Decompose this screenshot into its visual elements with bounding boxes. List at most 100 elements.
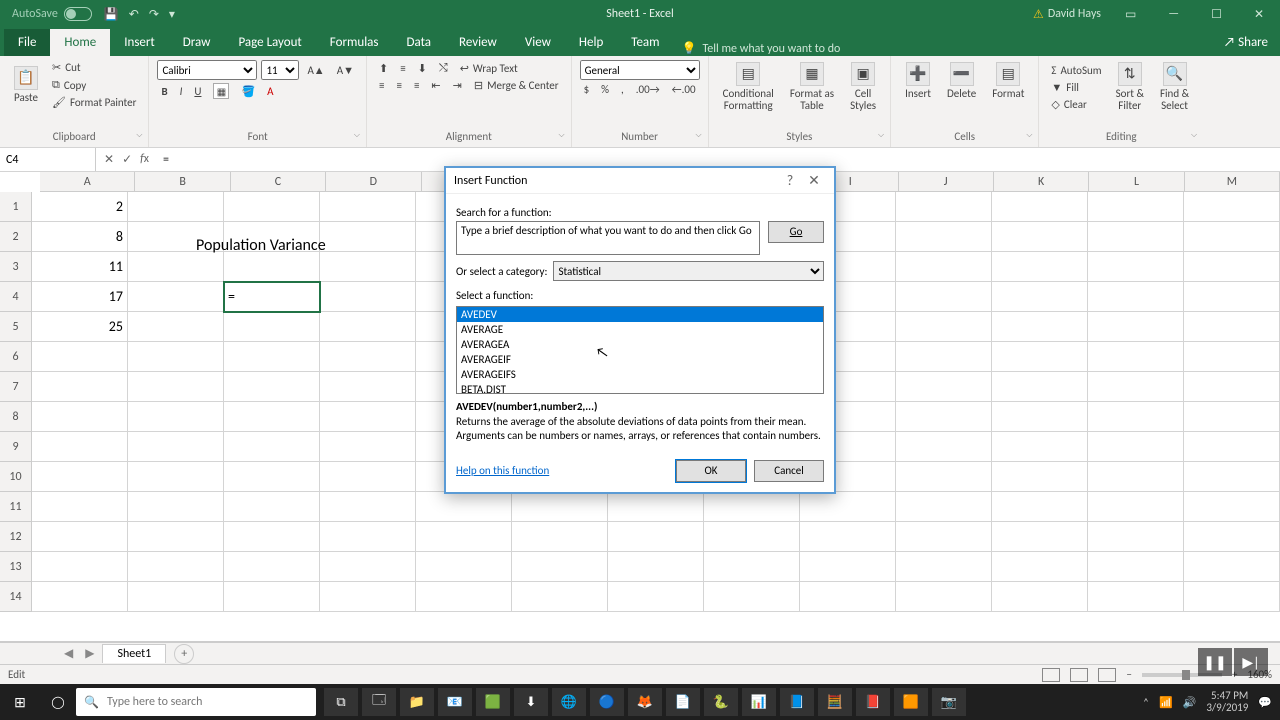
row-header[interactable]: 2: [0, 222, 31, 252]
cell[interactable]: [320, 252, 416, 282]
tab-page-layout[interactable]: Page Layout: [224, 29, 315, 56]
decrease-font-button[interactable]: A▼: [333, 63, 358, 78]
row-header[interactable]: 7: [0, 372, 31, 402]
tab-team[interactable]: Team: [617, 29, 673, 56]
tab-view[interactable]: View: [511, 29, 565, 56]
column-header[interactable]: C: [231, 172, 326, 191]
cell[interactable]: [128, 402, 224, 432]
fill-color-button[interactable]: 🪣: [237, 84, 259, 99]
row-header[interactable]: 12: [0, 522, 31, 552]
clear-button[interactable]: ◇Clear: [1047, 97, 1105, 112]
cell[interactable]: [992, 462, 1088, 492]
cell[interactable]: [896, 222, 992, 252]
cell[interactable]: [512, 552, 608, 582]
cell[interactable]: [32, 462, 128, 492]
cortana-button[interactable]: ◯: [40, 695, 76, 710]
taskbar-app[interactable]: 📧: [438, 688, 472, 716]
ribbon-display-icon[interactable]: ▭: [1117, 7, 1144, 22]
cell[interactable]: [1184, 432, 1280, 462]
taskbar-app[interactable]: 🗔: [362, 688, 396, 716]
normal-view-button[interactable]: [1042, 668, 1060, 682]
cell[interactable]: [512, 522, 608, 552]
volume-icon[interactable]: 🔊: [1183, 696, 1197, 709]
column-header[interactable]: M: [1185, 172, 1280, 191]
cell[interactable]: [416, 552, 512, 582]
cell[interactable]: [896, 492, 992, 522]
underline-button[interactable]: U: [190, 84, 205, 99]
cell[interactable]: [992, 192, 1088, 222]
cell[interactable]: [896, 432, 992, 462]
cell[interactable]: [320, 312, 416, 342]
cell[interactable]: [224, 432, 320, 462]
column-header[interactable]: B: [135, 172, 230, 191]
decrease-decimal-button[interactable]: ←.00: [668, 82, 700, 97]
cell[interactable]: [32, 522, 128, 552]
close-icon[interactable]: ✕: [1246, 7, 1272, 22]
cell-styles-button[interactable]: ▣Cell Styles: [844, 60, 882, 114]
toggle-off-icon[interactable]: [64, 7, 92, 21]
tab-formulas[interactable]: Formulas: [316, 29, 393, 56]
minimize-icon[interactable]: —: [1160, 7, 1187, 21]
copy-button[interactable]: ⧉Copy: [48, 77, 140, 93]
cell[interactable]: 17: [32, 282, 128, 312]
undo-icon[interactable]: ↶: [129, 7, 139, 22]
cell[interactable]: [32, 372, 128, 402]
cell[interactable]: [320, 492, 416, 522]
cell[interactable]: [128, 282, 224, 312]
sort-filter-button[interactable]: ⇅Sort & Filter: [1110, 60, 1150, 114]
taskbar-app[interactable]: 🐍: [704, 688, 738, 716]
cell[interactable]: [1184, 522, 1280, 552]
cell[interactable]: [1088, 372, 1184, 402]
border-button[interactable]: ▦: [209, 82, 233, 100]
taskbar-app[interactable]: 🧮: [818, 688, 852, 716]
cell[interactable]: [704, 552, 800, 582]
taskbar-app[interactable]: 🟧: [894, 688, 928, 716]
taskbar-app[interactable]: 🔵: [590, 688, 624, 716]
taskbar-app[interactable]: ⬇: [514, 688, 548, 716]
cell[interactable]: [992, 432, 1088, 462]
cell[interactable]: [128, 192, 224, 222]
row-header[interactable]: 9: [0, 432, 31, 462]
sheet-nav-next[interactable]: ▶: [81, 646, 98, 661]
cell[interactable]: [224, 552, 320, 582]
cell[interactable]: [1088, 282, 1184, 312]
cell[interactable]: [896, 582, 992, 612]
taskbar-app[interactable]: 📊: [742, 688, 776, 716]
column-header[interactable]: D: [326, 172, 421, 191]
dialog-close-icon[interactable]: ✕: [802, 172, 826, 189]
cell[interactable]: [1088, 192, 1184, 222]
column-header[interactable]: L: [1089, 172, 1184, 191]
zoom-out-button[interactable]: −: [1126, 668, 1131, 681]
sheet-tab-sheet1[interactable]: Sheet1: [102, 644, 166, 663]
row-header[interactable]: 8: [0, 402, 31, 432]
align-top-button[interactable]: ⬆: [375, 61, 392, 76]
font-name-select[interactable]: Calibri: [157, 60, 257, 80]
row-header[interactable]: 10: [0, 462, 31, 492]
paste-button[interactable]: 📋 Paste: [8, 64, 44, 106]
function-list-item[interactable]: BETA.DIST: [457, 382, 823, 394]
cell[interactable]: [896, 462, 992, 492]
cell[interactable]: [704, 582, 800, 612]
cell[interactable]: [32, 342, 128, 372]
taskbar-search[interactable]: 🔍 Type here to search: [76, 688, 316, 716]
help-on-function-link[interactable]: Help on this function: [456, 464, 549, 477]
function-list-item[interactable]: AVERAGE: [457, 322, 823, 337]
column-header[interactable]: J: [899, 172, 994, 191]
cell[interactable]: [512, 492, 608, 522]
function-list-item[interactable]: AVEDEV: [457, 307, 823, 322]
function-list[interactable]: AVEDEVAVERAGEAVERAGEAAVERAGEIFAVERAGEIFS…: [456, 306, 824, 394]
row-header[interactable]: 6: [0, 342, 31, 372]
cell[interactable]: [128, 312, 224, 342]
cell[interactable]: 25: [32, 312, 128, 342]
share-button[interactable]: ↗ Share: [1212, 29, 1280, 56]
cell[interactable]: [992, 312, 1088, 342]
row-header[interactable]: 14: [0, 582, 31, 612]
save-icon[interactable]: 💾: [104, 7, 119, 22]
cell[interactable]: [1184, 402, 1280, 432]
cell[interactable]: [896, 252, 992, 282]
cell[interactable]: [992, 522, 1088, 552]
cell[interactable]: [1184, 462, 1280, 492]
cell[interactable]: [320, 372, 416, 402]
cell[interactable]: [1184, 552, 1280, 582]
align-middle-button[interactable]: ≡: [396, 61, 409, 76]
